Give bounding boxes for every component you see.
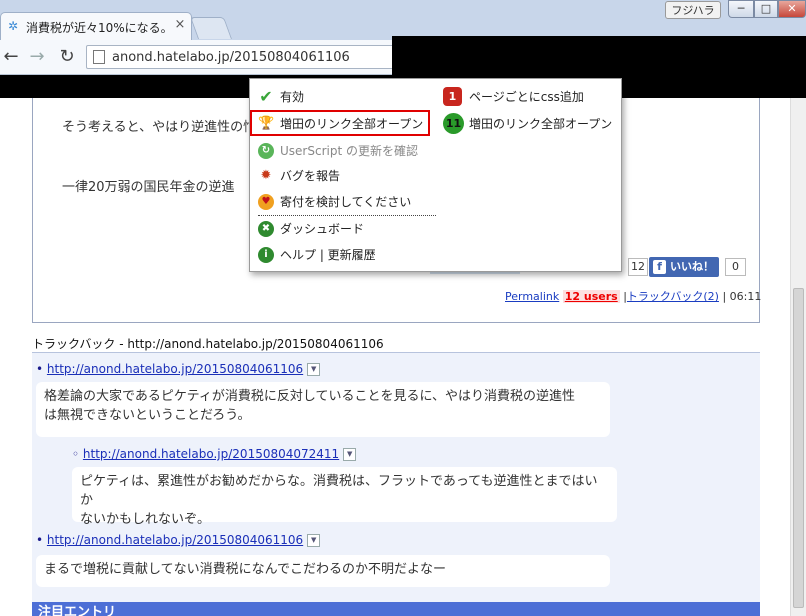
refresh-icon: ↻ bbox=[258, 143, 274, 159]
profile-button[interactable]: フジハラ bbox=[665, 1, 721, 19]
article-meta: Permalink 12 users |トラックバック(2) | 06:11 bbox=[505, 288, 761, 304]
trackback-item: • http://anond.hatelabo.jp/2015080406110… bbox=[36, 362, 321, 376]
menu-item-label: 増田のリンク全部オープン bbox=[469, 117, 613, 131]
share-count: 12 bbox=[628, 258, 648, 276]
trackback-excerpt: まるで増税に貢献してない消費税になんでこだわるのか不明だよなー bbox=[36, 555, 610, 587]
post-time: 06:11 bbox=[729, 290, 762, 303]
scrollbar-thumb[interactable] bbox=[793, 288, 804, 608]
excerpt-line: ピケティは、累進性がお勧めだからな。消費税は、フラットであっても逆進性とまではい… bbox=[80, 474, 598, 508]
check-icon: ✔ bbox=[259, 87, 273, 106]
heart-icon: ♥ bbox=[258, 194, 274, 210]
menu-item-label: ヘルプ | 更新履歴 bbox=[280, 248, 376, 262]
facebook-like-button[interactable]: f いいね！ bbox=[649, 257, 719, 277]
section-header: 注目エントリ bbox=[32, 602, 760, 616]
trackback-url-link[interactable]: http://anond.hatelabo.jp/20150804061106 bbox=[47, 362, 303, 376]
separator: | bbox=[722, 290, 727, 303]
trackback-item: • http://anond.hatelabo.jp/2015080406110… bbox=[36, 533, 321, 547]
page-scrollbar[interactable] bbox=[790, 98, 806, 616]
back-arrow-icon[interactable]: ← bbox=[0, 47, 22, 67]
permalink-link[interactable]: Permalink bbox=[505, 290, 559, 303]
trackback-item: ◦ http://anond.hatelabo.jp/2015080407241… bbox=[72, 447, 357, 461]
excerpt-line: ないかもしれないぞ。 bbox=[80, 512, 211, 527]
bookmark-users-badge[interactable]: 12 users bbox=[562, 290, 620, 303]
minimize-button[interactable]: ─ bbox=[728, 0, 754, 18]
facebook-like-count: 0 bbox=[725, 258, 746, 276]
trackback-link[interactable]: トラックバック(2) bbox=[627, 290, 719, 303]
facebook-like-label: いいね！ bbox=[670, 260, 714, 273]
highlight-box bbox=[250, 110, 430, 136]
trackback-url-link[interactable]: http://anond.hatelabo.jp/20150804072411 bbox=[83, 447, 339, 461]
chevron-down-icon[interactable]: ▼ bbox=[307, 534, 321, 547]
menu-item-label: ダッシュボード bbox=[280, 222, 365, 236]
extension-menu: ✔ 有効 🏆 増田のリンク全部オープン ↻ UserScript の更新を確認 … bbox=[249, 78, 622, 272]
menu-item-label: ページごとにcss追加 bbox=[469, 90, 584, 104]
dashboard-icon: ✖ bbox=[258, 221, 274, 237]
maximize-button[interactable]: □ bbox=[754, 0, 778, 18]
trackback-excerpt: ピケティは、累進性がお勧めだからな。消費税は、フラットであっても逆進性とまではい… bbox=[72, 467, 617, 527]
chevron-down-icon[interactable]: ▼ bbox=[343, 448, 357, 461]
article-paragraph: そう考えると、やはり逆進性の忙 bbox=[62, 120, 257, 135]
article-paragraph: 一律20万弱の国民年金の逆進 bbox=[62, 180, 235, 195]
excerpt-line: まるで増税に貢献してない消費税になんでこだわるのか不明だよなー bbox=[44, 562, 446, 577]
script-badge-icon: 11 bbox=[443, 113, 464, 134]
tab-strip: ✲ 消費税が近々10%になる。 × フジハラ ─ □ ✕ bbox=[0, 0, 806, 40]
active-tab[interactable]: ✲ 消費税が近々10%になる。 × bbox=[0, 12, 192, 40]
new-tab-button[interactable] bbox=[189, 17, 233, 39]
bug-icon: ✹ bbox=[260, 168, 272, 183]
page-icon bbox=[93, 50, 105, 64]
hatena-favicon-icon: ✲ bbox=[8, 19, 19, 33]
menu-item-label: 有効 bbox=[280, 90, 305, 104]
info-icon: i bbox=[258, 247, 274, 263]
excerpt-line: は無視できないということだろう。 bbox=[44, 408, 251, 423]
tab-close-icon[interactable]: × bbox=[173, 18, 187, 32]
chevron-down-icon[interactable]: ▼ bbox=[307, 363, 321, 376]
menu-item-label: 寄付を検討してください bbox=[280, 195, 412, 209]
forward-arrow-icon[interactable]: → bbox=[26, 47, 48, 67]
menu-item-label: UserScript の更新を確認 bbox=[280, 144, 418, 158]
trackback-excerpt: 格差論の大家であるピケティが消費税に反対していることを見るに、やはり消費税の逆進… bbox=[36, 382, 610, 437]
excerpt-line: 格差論の大家であるピケティが消費税に反対していることを見るに、やはり消費税の逆進… bbox=[44, 389, 576, 404]
facebook-icon: f bbox=[653, 260, 666, 274]
address-bar[interactable]: anond.hatelabo.jp/20150804061106 bbox=[86, 45, 396, 69]
tab-title: 消費税が近々10%になる。 bbox=[26, 21, 173, 35]
script-badge-icon: 1 bbox=[443, 87, 462, 106]
close-window-button[interactable]: ✕ bbox=[778, 0, 806, 18]
trackback-url-link[interactable]: http://anond.hatelabo.jp/20150804061106 bbox=[47, 533, 303, 547]
url-text[interactable]: anond.hatelabo.jp/20150804061106 bbox=[112, 50, 350, 65]
reload-icon[interactable]: ↻ bbox=[56, 47, 78, 67]
menu-separator bbox=[258, 215, 436, 216]
menu-item-label: バグを報告 bbox=[280, 169, 341, 183]
trackback-header: トラックバック - http://anond.hatelabo.jp/20150… bbox=[32, 337, 384, 351]
